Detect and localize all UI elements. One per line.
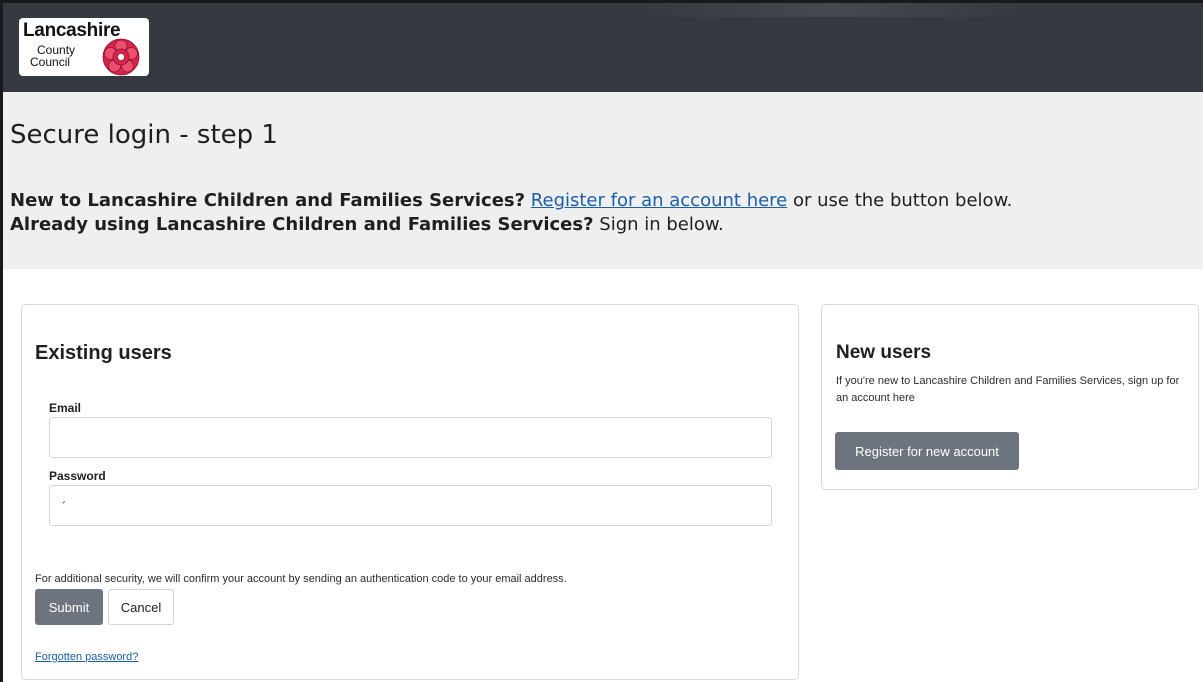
- password-field[interactable]: ´: [49, 485, 772, 526]
- new-users-description: If you're new to Lancashire Children and…: [836, 375, 1180, 404]
- lancashire-county-council-logo[interactable]: Lancashire County Council: [19, 18, 149, 76]
- existing-user-intro-rest: Sign in below.: [593, 214, 724, 235]
- browser-page: Lancashire County Council Secure login -…: [0, 0, 1203, 682]
- existing-users-heading: Existing users: [35, 342, 172, 364]
- page-title: Secure login - step 1: [10, 120, 278, 150]
- forgotten-password-link[interactable]: Forgotten password?: [35, 651, 138, 663]
- new-user-question: New to Lancashire Children and Families …: [10, 190, 526, 211]
- new-user-intro: New to Lancashire Children and Families …: [10, 190, 1012, 211]
- submit-button[interactable]: Submit: [35, 589, 103, 625]
- new-users-heading: New users: [836, 342, 932, 363]
- logo-council: Council: [30, 55, 71, 69]
- email-label: Email: [49, 401, 82, 415]
- existing-user-intro: Already using Lancashire Children and Fa…: [10, 214, 724, 235]
- new-users-card: New users If you're new to Lancashire Ch…: [821, 304, 1199, 490]
- register-account-link[interactable]: Register for an account here: [531, 190, 787, 211]
- intro-banner: Secure login - step 1 New to Lancashire …: [3, 92, 1203, 269]
- security-note: For additional security, we will confirm…: [35, 573, 567, 585]
- email-field[interactable]: [49, 417, 772, 458]
- red-rose-icon: [102, 38, 140, 76]
- register-new-account-button[interactable]: Register for new account: [835, 432, 1019, 470]
- password-label: Password: [49, 469, 106, 483]
- header-highlight: [643, 3, 1023, 17]
- site-header: Lancashire County Council: [3, 3, 1203, 92]
- existing-user-question: Already using Lancashire Children and Fa…: [10, 214, 594, 235]
- new-user-intro-rest: or use the button below.: [787, 190, 1013, 211]
- existing-users-card: Existing users Email Password ´ For addi…: [21, 304, 799, 680]
- cancel-button[interactable]: Cancel: [108, 589, 174, 625]
